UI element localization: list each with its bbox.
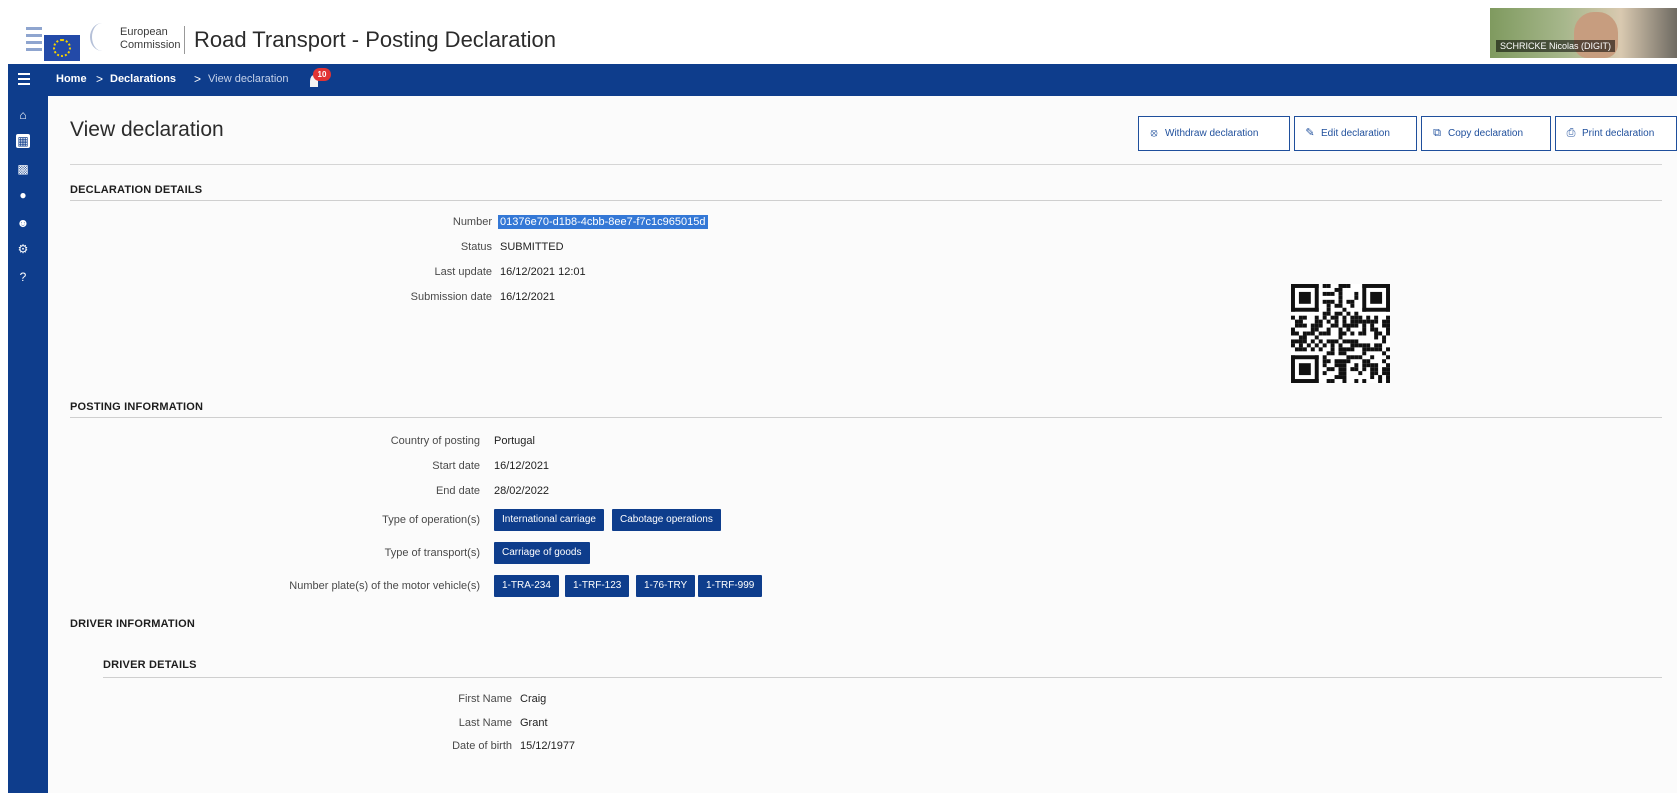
withdraw-declaration-button[interactable]: ⦻ Withdraw declaration: [1138, 116, 1290, 151]
submission-date-value: 16/12/2021: [500, 291, 556, 303]
print-declaration-label: Print declaration: [1582, 128, 1655, 139]
chat-icon[interactable]: ●: [16, 188, 30, 202]
breadcrumb-home[interactable]: Home: [56, 73, 87, 85]
date-of-birth-label: Date of birth: [452, 740, 512, 752]
operation-tag: International carriage: [494, 509, 604, 531]
breadcrumb: Home > Declarations > View declaration 1…: [8, 64, 1677, 96]
operation-tag: Cabotage operations: [612, 509, 721, 531]
qr-code: [1291, 284, 1390, 383]
title-divider: [70, 164, 1662, 165]
last-update-label: Last update: [434, 266, 493, 278]
home-icon[interactable]: ⌂: [16, 108, 30, 122]
status-value: SUBMITTED: [500, 241, 564, 253]
participant-name: SCHRICKE Nicolas (DIGIT): [1496, 40, 1616, 52]
declaration-details-heading: DECLARATION DETAILS: [70, 184, 203, 196]
start-date-value: 16/12/2021: [494, 460, 550, 472]
start-date-label: Start date: [432, 460, 480, 472]
menu-icon[interactable]: [18, 73, 30, 88]
logo-lines-icon: [26, 27, 42, 63]
logo-text-commission: Commission: [120, 39, 181, 51]
first-name-value: Craig: [520, 693, 547, 705]
last-name-label: Last Name: [458, 717, 512, 729]
last-update-value: 16/12/2021 12:01: [500, 266, 586, 278]
gear-icon[interactable]: ⚙: [16, 242, 30, 256]
edit-declaration-button[interactable]: ✎ Edit declaration: [1294, 116, 1417, 151]
country-of-posting-value: Portugal: [494, 435, 535, 447]
submission-date-label: Submission date: [410, 291, 492, 303]
breadcrumb-current: View declaration: [208, 73, 289, 85]
pencil-icon: ✎: [1305, 127, 1315, 139]
breadcrumb-separator: >: [194, 72, 202, 86]
logo-swoosh-icon: [90, 23, 114, 51]
driver-details-heading: DRIVER DETAILS: [103, 659, 197, 671]
end-date-label: End date: [435, 485, 480, 497]
driver-information-heading: DRIVER INFORMATION: [70, 618, 196, 630]
plate-tag: 1-TRF-123: [565, 575, 630, 597]
logo-text-european: European: [120, 26, 168, 38]
top-header: European Commission Road Transport - Pos…: [8, 8, 1677, 64]
copy-icon: ⧉: [1433, 127, 1441, 139]
page-title: View declaration: [70, 118, 224, 141]
copy-declaration-button[interactable]: ⧉ Copy declaration: [1421, 116, 1551, 151]
withdraw-declaration-label: Withdraw declaration: [1165, 128, 1259, 139]
section-divider: [70, 200, 1662, 201]
document-icon[interactable]: ▦: [16, 134, 30, 148]
breadcrumb-separator: >: [96, 72, 104, 86]
section-divider: [103, 677, 1662, 678]
notification-badge: 10: [313, 68, 331, 81]
number-label: Number: [452, 216, 492, 228]
transport-tag: Carriage of goods: [494, 542, 590, 564]
bus-icon[interactable]: ▩: [16, 162, 30, 176]
date-of-birth-value: 15/12/1977: [520, 740, 576, 752]
print-icon: ⎙: [1566, 127, 1576, 139]
print-declaration-button[interactable]: ⎙ Print declaration: [1555, 116, 1677, 151]
plate-tag: 1-TRF-999: [698, 575, 763, 597]
copy-declaration-label: Copy declaration: [1448, 128, 1524, 139]
sidebar: ⌂ ▦ ▩ ● ☻ ⚙ ?: [8, 96, 48, 793]
posting-information-heading: POSTING INFORMATION: [70, 401, 204, 413]
type-of-operation-label: Type of operation(s): [382, 514, 480, 526]
country-of-posting-label: Country of posting: [390, 435, 480, 447]
number-plates-label: Number plate(s) of the motor vehicle(s): [289, 580, 480, 592]
edit-declaration-label: Edit declaration: [1321, 128, 1390, 139]
status-label: Status: [460, 241, 492, 253]
section-divider: [70, 417, 1662, 418]
type-of-transport-label: Type of transport(s): [384, 547, 480, 559]
users-icon[interactable]: ☻: [16, 216, 30, 230]
main-content: View declaration ⦻ Withdraw declaration ✎…: [48, 96, 1677, 793]
header-divider: [184, 26, 185, 54]
app-frame: European Commission Road Transport - Pos…: [8, 8, 1677, 793]
declaration-number[interactable]: 01376e70-d1b8-4cbb-8ee7-f7c1c965015d: [498, 215, 708, 229]
breadcrumb-declarations[interactable]: Declarations: [110, 73, 176, 85]
eu-flag-icon: [44, 35, 80, 61]
app-title: Road Transport - Posting Declaration: [194, 27, 556, 52]
help-icon[interactable]: ?: [16, 270, 30, 284]
first-name-label: First Name: [458, 693, 512, 705]
end-date-value: 28/02/2022: [494, 485, 550, 497]
last-name-value: Grant: [520, 717, 548, 729]
withdraw-icon: ⦻: [1150, 127, 1158, 139]
plate-tag: 1-76-TRY: [636, 575, 696, 597]
plate-tag: 1-TRA-234: [494, 575, 559, 597]
